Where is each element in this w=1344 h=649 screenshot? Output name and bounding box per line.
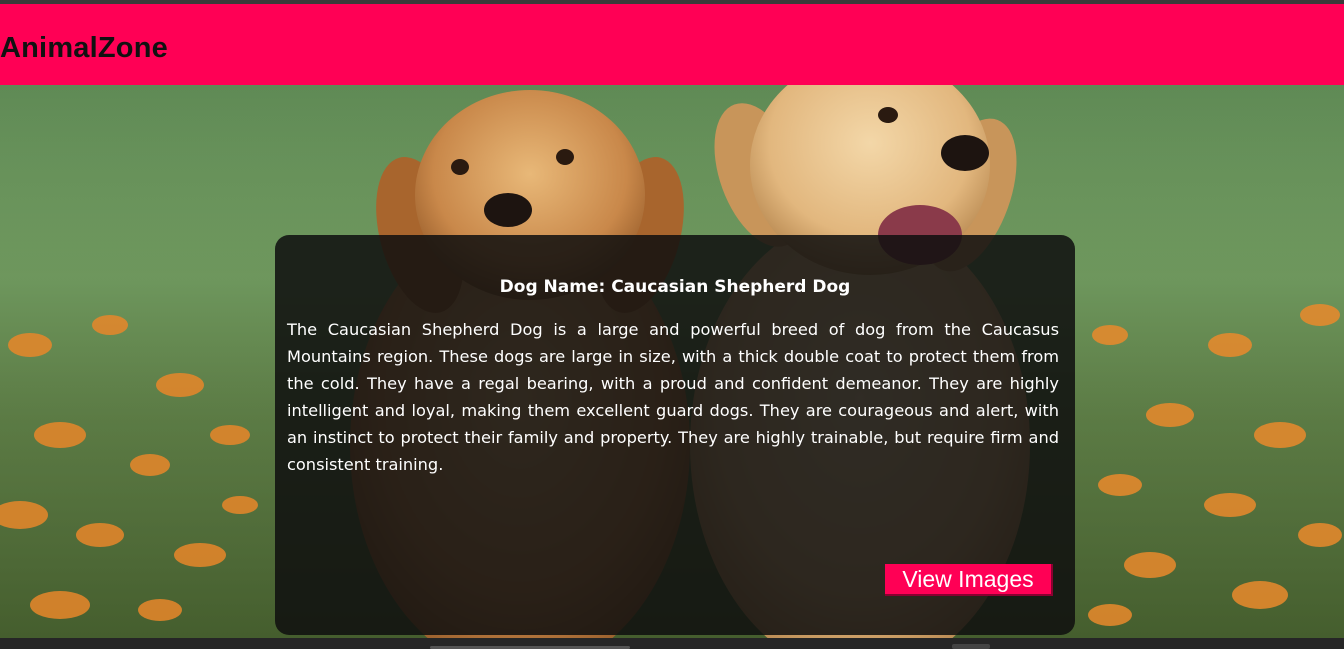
hero-background-image: Dog Name: Caucasian Shepherd Dog The Cau…: [0, 85, 1344, 638]
scrollbar-handle[interactable]: [952, 644, 990, 649]
site-header: AnimalZone: [0, 4, 1344, 85]
brand-logo[interactable]: AnimalZone: [0, 32, 168, 65]
view-images-button[interactable]: View Images: [885, 564, 1053, 596]
dog-name-heading: Dog Name: Caucasian Shepherd Dog: [499, 277, 851, 297]
dog-description: The Caucasian Shepherd Dog is a large an…: [287, 320, 1059, 474]
window-bottom-bar: [0, 638, 1344, 649]
dog-info-card: Dog Name: Caucasian Shepherd Dog The Cau…: [275, 235, 1075, 635]
